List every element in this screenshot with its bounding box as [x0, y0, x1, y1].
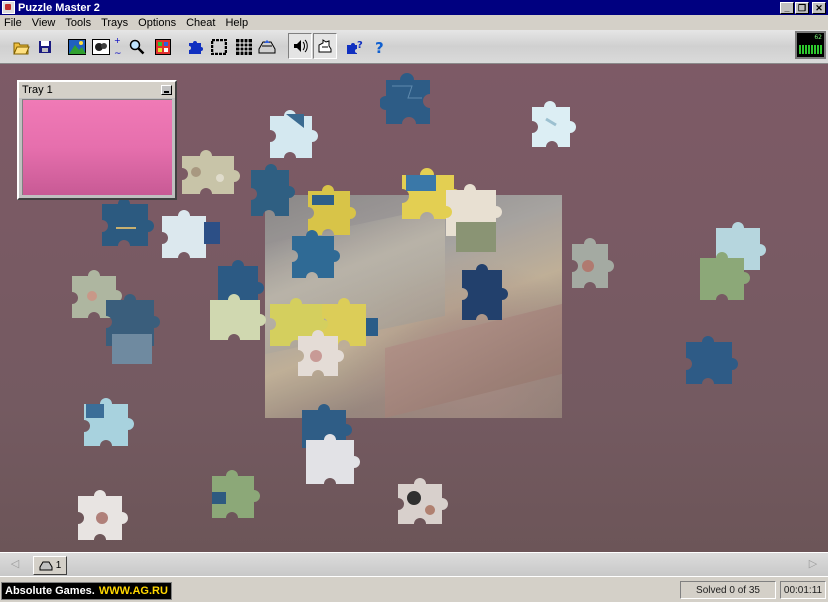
puzzle-piece[interactable] [680, 336, 742, 392]
tray-title: Tray 1 [22, 84, 53, 96]
menu-options[interactable]: Options [133, 17, 181, 29]
svg-text:+: + [114, 36, 121, 45]
menu-bar: File View Tools Trays Options Cheat Help [0, 15, 828, 30]
menu-cheat[interactable]: Cheat [181, 17, 220, 29]
open-icon [12, 42, 30, 54]
app-icon [2, 1, 15, 14]
title-bar: Puzzle Master 2 _ ❐ ✕ [0, 0, 828, 15]
help-icon: ? [375, 39, 384, 55]
status-bar: Absolute Games. WWW.AG.RU Solved 0 of 35… [0, 576, 828, 602]
puzzle-piece[interactable] [528, 97, 580, 163]
puzzle-piece[interactable] [176, 148, 246, 200]
tray-tab[interactable]: 1 [33, 556, 67, 575]
ghost-button[interactable] [313, 33, 337, 59]
picture-button[interactable] [68, 38, 86, 56]
tray-title-bar[interactable]: Tray 1 [19, 82, 175, 98]
minimize-button[interactable]: _ [780, 1, 794, 14]
edge-icon [211, 39, 227, 55]
puzzle-piece[interactable] [440, 182, 520, 274]
puzzle-piece[interactable] [566, 236, 616, 296]
sound-icon [294, 39, 308, 53]
menu-tools[interactable]: Tools [60, 17, 96, 29]
zoom-out-button[interactable]: + ~ [108, 36, 126, 58]
puzzle-piece[interactable] [380, 72, 442, 132]
edge-button[interactable] [210, 38, 228, 56]
puzzle-board[interactable]: Tray 1 [0, 64, 828, 552]
maximize-button[interactable]: ❐ [795, 1, 809, 14]
tray-tab-icon [39, 561, 53, 571]
puzzle-piece[interactable] [456, 264, 508, 326]
svg-text:?: ? [357, 40, 363, 51]
puzzle-piece[interactable] [292, 330, 346, 382]
zoom-button[interactable] [128, 38, 146, 56]
puzzle-piece[interactable] [296, 404, 364, 498]
hint-button[interactable]: ? [346, 38, 364, 56]
open-button[interactable] [12, 38, 30, 56]
puzzle-piece[interactable] [266, 108, 324, 166]
tray-contents[interactable] [22, 99, 172, 195]
tray-minimize-button[interactable] [161, 85, 172, 95]
help-button[interactable]: ? [371, 38, 389, 56]
puzzle-grid-icon [155, 39, 171, 55]
scroll-left-arrow[interactable]: ◁ [8, 558, 22, 571]
puzzle-piece[interactable] [100, 294, 172, 374]
puzzle-piece[interactable] [245, 164, 297, 222]
svg-text:~: ~ [114, 49, 122, 58]
brand-url: WWW.AG.RU [98, 585, 168, 597]
single-piece-button[interactable] [186, 38, 204, 56]
piece-icon [189, 41, 203, 54]
menu-trays[interactable]: Trays [96, 17, 133, 29]
menu-help[interactable]: Help [220, 17, 253, 29]
puzzle-piece[interactable] [286, 230, 344, 284]
brand-name: Absolute Games. [5, 585, 95, 597]
save-icon [39, 41, 51, 53]
sound-button[interactable] [288, 33, 312, 59]
save-button[interactable] [36, 38, 54, 56]
tray-window[interactable]: Tray 1 [17, 80, 177, 200]
hint-icon: ? [347, 40, 363, 54]
brand-banner[interactable]: Absolute Games. WWW.AG.RU [1, 582, 172, 600]
menu-view[interactable]: View [27, 17, 61, 29]
grid-button[interactable] [235, 38, 253, 56]
monitor-label: 62 [814, 34, 822, 41]
picture-icon [68, 39, 86, 55]
window-title: Puzzle Master 2 [18, 1, 100, 14]
svg-text:?: ? [375, 39, 384, 55]
tray-button[interactable] [258, 38, 276, 56]
activity-monitor: 62 [795, 31, 826, 59]
ghost-icon [318, 39, 332, 53]
close-button[interactable]: ✕ [812, 1, 826, 14]
grid-icon [236, 39, 252, 55]
tray-tab-label: 1 [55, 560, 62, 571]
puzzle-grid-button[interactable] [154, 38, 172, 56]
menu-file[interactable]: File [0, 17, 27, 29]
zoom-icon [129, 39, 145, 55]
puzzle-piece[interactable] [206, 468, 264, 526]
tray-icon [258, 40, 276, 54]
puzzle-piece[interactable] [694, 222, 776, 310]
puzzle-piece[interactable] [156, 208, 228, 268]
puzzle-piece[interactable] [78, 396, 140, 454]
solved-counter: Solved 0 of 35 [680, 581, 776, 599]
timer: 00:01:11 [780, 581, 826, 599]
scroll-right-arrow[interactable]: ▷ [806, 558, 820, 571]
puzzle-piece[interactable] [72, 488, 134, 550]
zoom-range-icon: +~ [114, 36, 122, 58]
toolbar: + ~ ? ? 62 [0, 30, 828, 64]
tray-tab-bar: ◁ 1 ▷ [0, 552, 828, 576]
puzzle-piece[interactable] [96, 198, 156, 252]
puzzle-piece[interactable] [392, 476, 456, 532]
